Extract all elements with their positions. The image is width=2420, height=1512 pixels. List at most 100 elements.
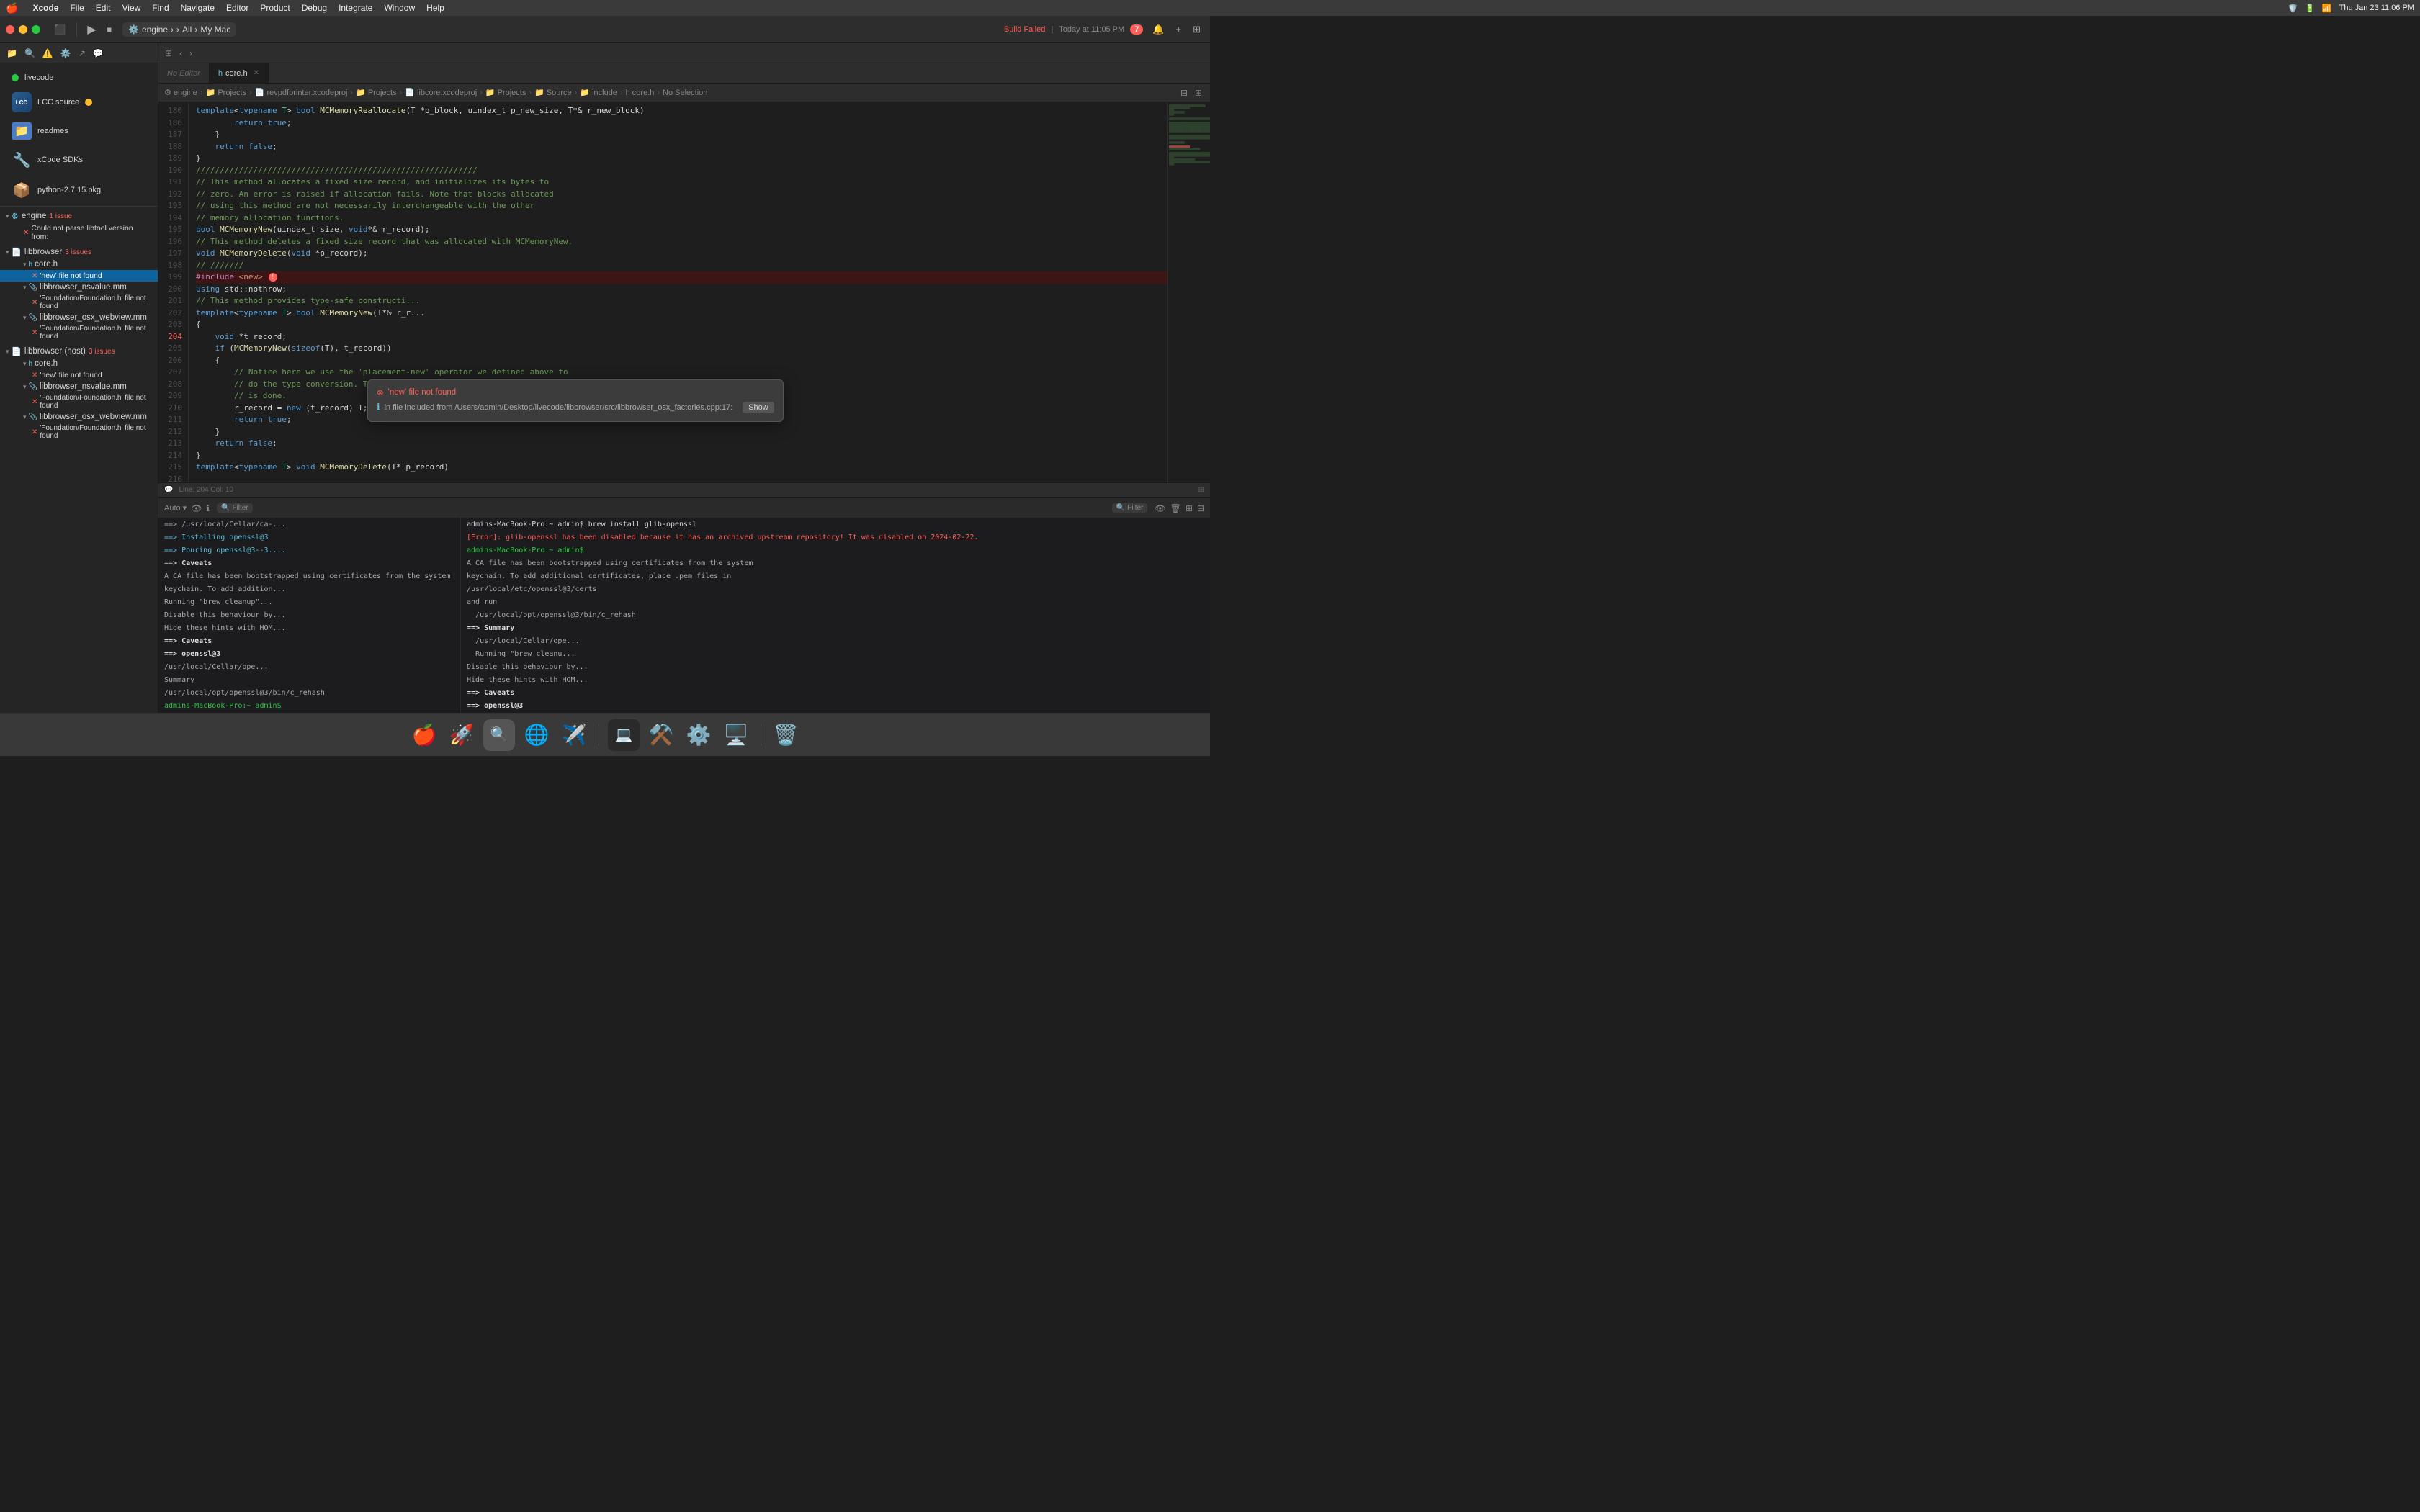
nav-group-libbrowser[interactable]: ▾ 📄 libbrowser 3 issues (0, 246, 158, 258)
minimize-button[interactable] (19, 25, 27, 34)
breadcrumb-source[interactable]: 📁 Source (534, 88, 572, 97)
menu-help[interactable]: Help (426, 3, 444, 13)
filter-right[interactable]: 🔍 Filter (1112, 503, 1148, 513)
nav-file-webview[interactable]: ▾ 📎 libbrowser_osx_webview.mm (0, 312, 158, 323)
breadcrumb-projects[interactable]: 📁 Projects (206, 88, 247, 97)
apple-menu[interactable]: 🍎 (6, 2, 18, 14)
nav-error-foundation-4[interactable]: ✕ 'Foundation/Foundation.h' file not fou… (0, 423, 158, 441)
bottom-right-content[interactable]: admins-MacBook-Pro:~ admin$ brew install… (461, 518, 1210, 713)
sidebar-item-readmes[interactable]: 📁 readmes (6, 120, 152, 143)
code-line-197: bool MCMemoryNew(uindex_t size, void*& r… (196, 224, 1167, 236)
code-editor[interactable]: 180 186 187 188 189 190 191 192 193 194 … (158, 102, 1210, 482)
breadcrumb-no-selection[interactable]: No Selection (663, 89, 707, 97)
nav-error-foundation-2[interactable]: ✕ 'Foundation/Foundation.h' file not fou… (0, 323, 158, 342)
layout-button-right[interactable]: ⊟ (1197, 503, 1204, 513)
menu-debug[interactable]: Debug (302, 3, 327, 13)
menu-product[interactable]: Product (260, 3, 290, 13)
nav-settings-icon[interactable]: ⚙️ (58, 47, 73, 60)
filter-left[interactable]: 🔍 Filter (217, 503, 253, 513)
breadcrumb-coreh[interactable]: h core.h (626, 89, 655, 97)
nav-error-foundation-3[interactable]: ✕ 'Foundation/Foundation.h' file not fou… (0, 392, 158, 411)
dock-spotlight[interactable]: 🔍 (483, 719, 515, 751)
show-button[interactable]: Show (743, 402, 774, 413)
dock-terminal[interactable]: 💻 (608, 719, 640, 751)
nav-warning-icon[interactable]: ⚠️ (40, 47, 55, 60)
auto-dropdown[interactable]: Auto ▾ (164, 503, 187, 513)
sidebar-item-xcode-sdks[interactable]: 🔧 xCode SDKs (6, 147, 152, 173)
nav-error-new-2[interactable]: ✕ 'new' file not found (0, 369, 158, 381)
menu-editor[interactable]: Editor (226, 3, 248, 13)
breadcrumb-revpdf[interactable]: 📄 revpdfprinter.xcodeproj (255, 88, 348, 97)
dock-xcode[interactable]: ⚒️ (645, 719, 677, 751)
nav-error-libtool[interactable]: ✕ Could not parse libtool version from: (0, 222, 158, 243)
back-button[interactable]: ‹ (177, 47, 184, 60)
bottom-left-content[interactable]: ==> /usr/local/Cellar/ca-... ==> Install… (158, 518, 460, 713)
menu-find[interactable]: Find (152, 3, 169, 13)
sidebar-item-livecode[interactable]: livecode (6, 71, 152, 85)
breadcrumb-projects-2[interactable]: 📁 Projects (356, 88, 397, 97)
close-button[interactable] (6, 25, 14, 34)
nav-group-engine[interactable]: ▾ ⚙ engine 1 issue (0, 210, 158, 222)
breadcrumb-include[interactable]: 📁 include (580, 88, 617, 97)
tab-no-editor[interactable]: No Editor (158, 63, 210, 83)
scheme-selector[interactable]: ⚙️ engine › › All › My Mac (122, 22, 236, 37)
add-tab-button[interactable]: + (1173, 22, 1186, 37)
nav-folder-icon[interactable]: 📁 (4, 47, 19, 60)
split-right-button[interactable]: ⊟ (1178, 86, 1190, 99)
dock-display[interactable]: 🖥️ (720, 719, 752, 751)
terminal-line-7: Running "brew cleanup"... (158, 596, 460, 609)
sidebar-item-lcc[interactable]: LCC LCC source (6, 89, 152, 115)
tab-close-icon[interactable]: ✕ (254, 69, 259, 77)
dock-mail[interactable]: ✈️ (558, 719, 590, 751)
menu-navigate[interactable]: Navigate (181, 3, 215, 13)
menu-window[interactable]: Window (384, 3, 415, 13)
dock-settings[interactable]: ⚙️ (683, 719, 714, 751)
eye-button-left[interactable]: 👁 (191, 503, 202, 513)
menu-edit[interactable]: Edit (96, 3, 111, 13)
nav-file-nsvalue[interactable]: ▾ 📎 libbrowser_nsvalue.mm (0, 282, 158, 293)
forward-button[interactable]: › (187, 47, 194, 60)
libbrowser-host-count: 3 issues (89, 348, 115, 356)
nav-file-coreh-host[interactable]: ▾ h core.h (0, 358, 158, 369)
nav-error-foundation-1[interactable]: ✕ 'Foundation/Foundation.h' file not fou… (0, 293, 158, 312)
sidebar-toggle-button[interactable]: ⬛ (50, 22, 69, 37)
nav-chat-icon[interactable]: 💬 (91, 47, 106, 60)
sidebar-item-python[interactable]: 📦 python-2.7.15.pkg (6, 177, 152, 203)
line-numbers: 180 186 187 188 189 190 191 192 193 194 … (158, 102, 189, 482)
maximize-button[interactable] (32, 25, 40, 34)
dock-finder[interactable]: 🍎 (408, 719, 440, 751)
grid-view-button[interactable]: ⊞ (163, 47, 174, 60)
nav-share-icon[interactable]: ↗ (76, 47, 88, 60)
dock-safari[interactable]: 🌐 (521, 719, 552, 751)
code-content[interactable]: template<typename T> bool MCMemoryReallo… (189, 102, 1167, 482)
nav-file-webview-host[interactable]: ▾ 📎 libbrowser_osx_webview.mm (0, 411, 158, 423)
nav-file-nsvalue-host[interactable]: ▾ 📎 libbrowser_nsvalue.mm (0, 381, 158, 392)
menu-view[interactable]: View (122, 3, 140, 13)
trash-button-right[interactable]: 🗑 (1170, 503, 1181, 513)
menu-integrate[interactable]: Integrate (339, 3, 372, 13)
dock-trash[interactable]: 🗑️ (770, 719, 802, 751)
code-line-210: void *t_record; (196, 331, 1167, 343)
info-button-left[interactable]: ℹ (206, 503, 210, 513)
split-horiz-button[interactable]: ⊞ (1193, 86, 1204, 99)
dock-launchpad[interactable]: 🚀 (446, 719, 478, 751)
stop-button[interactable]: ⏹ (104, 22, 116, 37)
split-editor-button[interactable]: ⊞ (1189, 22, 1204, 37)
error-count-badge[interactable]: 7 (1130, 24, 1143, 35)
nav-filter-icon[interactable]: 🔍 (22, 47, 37, 60)
notifications-button[interactable]: 🔔 (1149, 22, 1168, 37)
eye-button-right[interactable]: 👁 (1155, 503, 1165, 513)
menu-xcode[interactable]: Xcode (32, 3, 58, 13)
nav-error-new-not-found-1[interactable]: ✕ 'new' file not found (0, 270, 158, 282)
nav-file-coreh[interactable]: ▾ h core.h (0, 258, 158, 270)
tab-coreh[interactable]: h core.h ✕ (210, 63, 269, 83)
run-button[interactable]: ▶ (84, 21, 99, 38)
nav-group-libbrowser-host[interactable]: ▾ 📄 libbrowser (host) 3 issues (0, 345, 158, 358)
rt-line-10: /usr/local/opt/openssl@3/bin/c_rehash (461, 609, 1210, 622)
breadcrumb-engine[interactable]: ⚙ engine (164, 88, 197, 97)
error-icon-new-1: ✕ (32, 272, 37, 280)
split-button-right[interactable]: ⊞ (1186, 503, 1193, 513)
menu-file[interactable]: File (70, 3, 84, 13)
breadcrumb-libcore[interactable]: 📄 libcore.xcodeproj (405, 88, 477, 97)
breadcrumb-projects-3[interactable]: 📁 Projects (485, 88, 526, 97)
